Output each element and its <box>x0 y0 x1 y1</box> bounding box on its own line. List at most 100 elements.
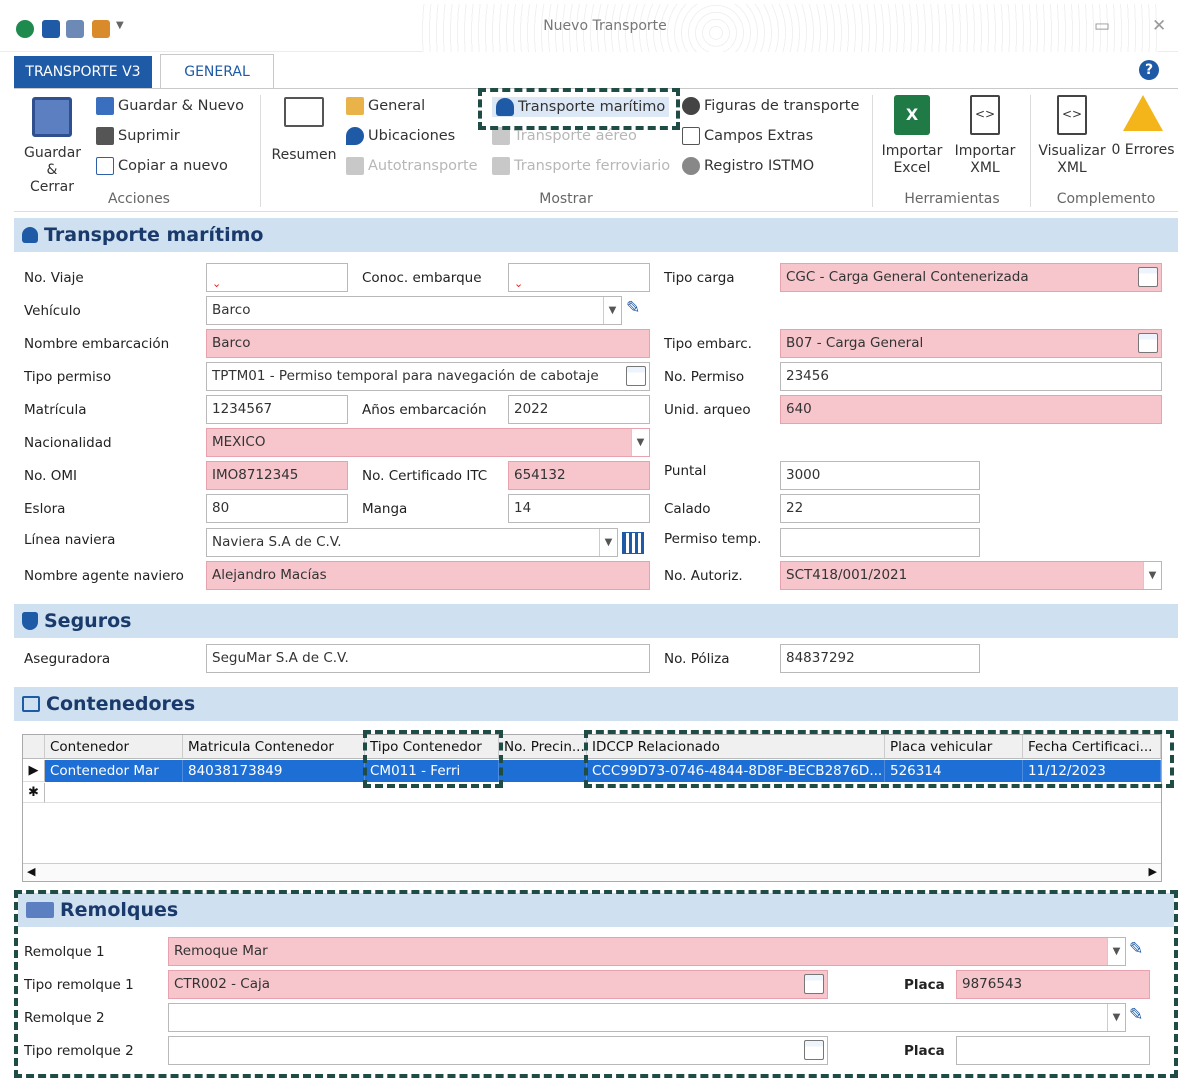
errors-button[interactable]: 0 Errores <box>1110 95 1176 159</box>
help-icon[interactable]: ? <box>1139 60 1159 80</box>
tipo-carga-input[interactable]: CGC - Carga General Contenerizada <box>780 263 1162 292</box>
save-new-button[interactable]: Guardar & Nuevo <box>96 97 244 115</box>
chevron-down-icon[interactable]: ▼ <box>599 529 617 556</box>
remolque-2-select[interactable]: ▼ <box>168 1003 1126 1032</box>
chevron-down-icon[interactable]: ▼ <box>1143 562 1161 589</box>
scroll-left-icon[interactable]: ◀ <box>27 865 35 878</box>
chevron-down-icon[interactable]: ▼ <box>1107 938 1125 965</box>
form-icon <box>682 127 700 145</box>
col-header[interactable]: Matricula Contenedor <box>183 735 365 759</box>
nombre-embarcacion-input[interactable]: Barco <box>206 329 650 358</box>
col-header[interactable]: Contenedor <box>45 735 183 759</box>
tipo-permiso-input[interactable]: TPTM01 - Permiso temporal para navegació… <box>206 362 650 391</box>
restore-icon[interactable]: ▭ <box>1094 16 1110 36</box>
col-header[interactable]: Tipo Contenedor <box>365 735 499 759</box>
current-row-icon[interactable]: ▶ <box>23 760 45 782</box>
picker-icon[interactable] <box>1138 333 1158 353</box>
col-header[interactable]: No. Precin... <box>499 735 587 759</box>
transporte-aereo-button[interactable]: Transporte aéreo <box>492 127 637 145</box>
autotransporte-button[interactable]: Autotransporte <box>346 157 478 175</box>
table-cell[interactable]: 526314 <box>885 760 1023 782</box>
vehiculo-select[interactable]: Barco ▼ <box>206 296 622 325</box>
edit-pencil-icon[interactable]: ✎ <box>626 298 640 318</box>
scroll-right-icon[interactable]: ▶ <box>1149 865 1157 878</box>
delete-button[interactable]: Suprimir <box>96 127 180 145</box>
picker-icon[interactable] <box>626 366 646 386</box>
col-header[interactable]: Fecha Certificaci... <box>1023 735 1161 759</box>
save-close-button[interactable]: Guardar & Cerrar <box>24 97 81 196</box>
aseguradora-input[interactable]: SeguMar S.A de C.V. <box>206 644 650 673</box>
no-autoriz-select[interactable]: SCT418/001/2021 ▼ <box>780 561 1162 590</box>
edit-pencil-icon[interactable]: ✎ <box>1129 1005 1143 1025</box>
puntal-input[interactable]: 3000 <box>780 461 980 490</box>
col-header[interactable]: Placa vehicular <box>885 735 1023 759</box>
ubicaciones-button[interactable]: Ubicaciones <box>346 127 455 145</box>
picker-icon[interactable] <box>804 974 824 994</box>
linea-naviera-select[interactable]: Naviera S.A de C.V. ▼ <box>206 528 618 557</box>
picker-icon[interactable] <box>804 1040 824 1060</box>
tab-general[interactable]: GENERAL <box>160 54 274 90</box>
table-cell[interactable]: Contenedor Mar <box>45 760 183 782</box>
no-viaje-input[interactable]: ⌄ <box>206 263 348 292</box>
conoc-embarque-input[interactable]: ⌄ <box>508 263 650 292</box>
resumen-button[interactable]: Resumen <box>268 97 340 164</box>
chevron-down-icon[interactable]: ▼ <box>603 297 621 324</box>
no-permiso-input[interactable]: 23456 <box>780 362 1162 391</box>
col-header[interactable]: IDCCP Relacionado <box>587 735 885 759</box>
chevron-down-icon[interactable]: ▼ <box>1107 1004 1125 1031</box>
nacionalidad-select[interactable]: MEXICO ▼ <box>206 428 650 457</box>
tipo-embarc-input[interactable]: B07 - Carga General <box>780 329 1162 358</box>
xml-view-icon: <> <box>1057 95 1087 135</box>
transporte-maritimo-button[interactable]: Transporte marítimo <box>492 97 670 117</box>
unid-arqueo-input[interactable]: 640 <box>780 395 1162 424</box>
anios-embarcacion-input[interactable]: 2022 <box>508 395 650 424</box>
picker-icon[interactable] <box>1138 267 1158 287</box>
label-no-autoriz: No. Autoriz. <box>664 568 743 584</box>
label-vehiculo: Vehículo <box>24 303 81 319</box>
table-cell[interactable]: CCC99D73-0746-4844-8D8F-BECB2876D... <box>587 760 885 782</box>
excel-icon: X <box>894 95 930 135</box>
view-xml-button[interactable]: <> Visualizar XML <box>1036 95 1108 177</box>
new-row[interactable] <box>45 783 1161 803</box>
copy-new-button[interactable]: Copiar a nuevo <box>96 157 228 175</box>
import-xml-button[interactable]: <> Importar XML <box>950 95 1020 177</box>
registro-istmo-button[interactable]: Registro ISTMO <box>682 157 814 175</box>
placa-2-input[interactable] <box>956 1036 1150 1065</box>
tipo-remolque-2-input[interactable] <box>168 1036 828 1065</box>
import-excel-button[interactable]: X Importar Excel <box>880 95 944 177</box>
save-icon[interactable] <box>42 20 60 38</box>
quick-access-dropdown-icon[interactable]: ▼ <box>116 20 124 31</box>
building-icon[interactable] <box>92 20 110 38</box>
new-row-icon[interactable]: ✱ <box>23 783 45 803</box>
table-cell[interactable]: 11/12/2023 <box>1023 760 1161 782</box>
general-button[interactable]: General <box>346 97 425 115</box>
tools-icon[interactable] <box>66 20 84 38</box>
matricula-input[interactable]: 1234567 <box>206 395 348 424</box>
table-cell[interactable] <box>499 760 587 782</box>
no-omi-input[interactable]: IMO8712345 <box>206 461 348 490</box>
horizontal-scrollbar[interactable]: ◀ ▶ <box>23 863 1161 881</box>
close-icon[interactable]: ✕ <box>1152 16 1166 36</box>
tab-transporte-v3[interactable]: TRANSPORTE V3 <box>14 56 152 88</box>
catalog-icon[interactable] <box>622 532 644 554</box>
table-cell[interactable]: 84038173849 <box>183 760 365 782</box>
edit-pencil-icon[interactable]: ✎ <box>1129 939 1143 959</box>
manga-input[interactable]: 14 <box>508 494 650 523</box>
no-certificado-itc-input[interactable]: 654132 <box>508 461 650 490</box>
label-no-omi: No. OMI <box>24 468 77 484</box>
remolque-1-select[interactable]: Remoque Mar ▼ <box>168 937 1126 966</box>
label-matricula: Matrícula <box>24 402 87 418</box>
tipo-remolque-1-input[interactable]: CTR002 - Caja <box>168 970 828 999</box>
no-poliza-input[interactable]: 84837292 <box>780 644 980 673</box>
permiso-temp-input[interactable] <box>780 528 980 557</box>
figuras-transporte-button[interactable]: Figuras de transporte <box>682 97 859 115</box>
transporte-ferroviario-button[interactable]: Transporte ferroviario <box>492 157 670 175</box>
campos-extras-button[interactable]: Campos Extras <box>682 127 813 145</box>
monitor-icon <box>284 97 324 127</box>
chevron-down-icon[interactable]: ▼ <box>631 429 649 456</box>
nombre-agente-naviero-input[interactable]: Alejandro Macías <box>206 561 650 590</box>
calado-input[interactable]: 22 <box>780 494 980 523</box>
table-cell[interactable]: CM011 - Ferri <box>365 760 499 782</box>
placa-1-input[interactable]: 9876543 <box>956 970 1150 999</box>
eslora-input[interactable]: 80 <box>206 494 348 523</box>
